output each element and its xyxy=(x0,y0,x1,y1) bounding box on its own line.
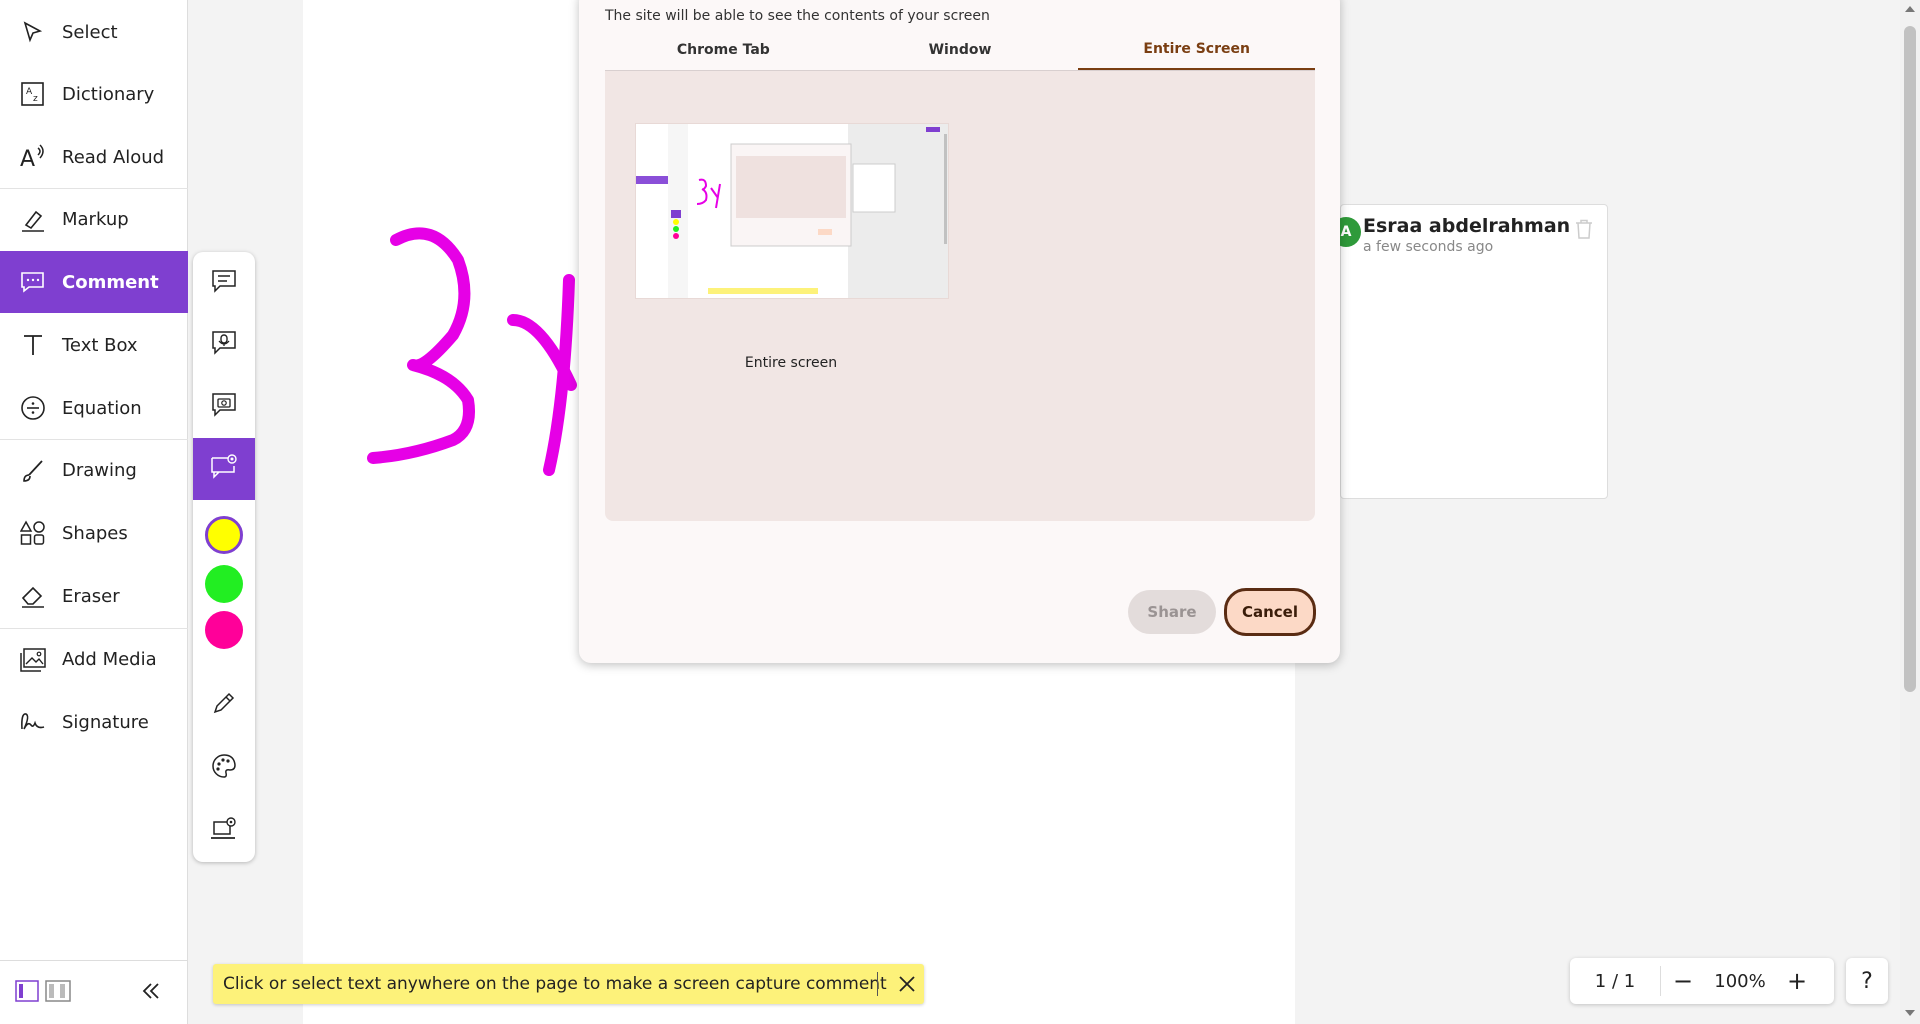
sidebar-item-text-box[interactable]: Text Box xyxy=(0,314,188,376)
sidebar-footer xyxy=(0,960,188,1024)
sidebar-item-dictionary[interactable]: Az Dictionary xyxy=(0,63,188,125)
cancel-button[interactable]: Cancel xyxy=(1224,588,1316,636)
svg-text:z: z xyxy=(33,94,38,104)
sidebar-item-label: Read Aloud xyxy=(62,146,165,168)
toast-divider xyxy=(877,972,878,996)
sidebar-item-label: Dictionary xyxy=(62,83,155,105)
thumbnail-label: Entire screen xyxy=(744,355,838,371)
read-aloud-icon: A xyxy=(18,142,48,172)
share-button[interactable]: Share xyxy=(1128,590,1216,634)
screen-capture-comment-button[interactable] xyxy=(193,438,255,500)
comment-author: Esraa abdelrahman xyxy=(1363,215,1571,237)
settings-icon xyxy=(210,816,238,846)
sidebar-item-label: Comment xyxy=(62,271,159,293)
shapes-icon xyxy=(18,518,48,548)
sidebar-item-comment[interactable]: Comment xyxy=(0,251,188,313)
screen-share-dialog: The site will be able to see the content… xyxy=(579,0,1340,663)
tab-entire-screen[interactable]: Entire Screen xyxy=(1078,30,1316,70)
svg-text:A: A xyxy=(26,87,33,97)
zoom-level: 100% xyxy=(1714,970,1766,992)
sidebar-item-signature[interactable]: Signature xyxy=(0,691,188,753)
sidebar-item-add-media[interactable]: Add Media xyxy=(0,628,188,690)
color-swatch-pink[interactable] xyxy=(205,611,243,649)
screen-capture-comment-icon xyxy=(210,454,238,484)
palette-icon xyxy=(211,753,237,783)
cursor-icon xyxy=(18,17,48,47)
sidebar-item-label: Add Media xyxy=(62,649,157,670)
sidebar-item-label: Text Box xyxy=(62,334,138,356)
sidebar-item-label: Equation xyxy=(62,397,142,419)
close-icon[interactable] xyxy=(893,970,921,998)
share-source-tabs: Chrome Tab Window Entire Screen xyxy=(605,30,1316,71)
image-icon xyxy=(18,645,48,675)
scrollbar-thumb[interactable] xyxy=(1904,26,1916,692)
sidebar-item-label: Eraser xyxy=(62,585,120,607)
text-comment-icon xyxy=(211,269,237,297)
comment-card[interactable]: A Esraa abdelrahman a few seconds ago xyxy=(1331,204,1608,499)
pencil-icon xyxy=(211,690,237,720)
sidebar-item-read-aloud[interactable]: A Read Aloud xyxy=(0,126,188,188)
comment-icon xyxy=(18,267,48,297)
eraser-icon xyxy=(18,581,48,611)
svg-text:A: A xyxy=(20,147,35,170)
comment-timestamp: a few seconds ago xyxy=(1363,239,1494,255)
vertical-scrollbar[interactable] xyxy=(1900,0,1920,1024)
zoom-in-button[interactable]: + xyxy=(1775,967,1819,995)
tab-chrome-tab[interactable]: Chrome Tab xyxy=(605,30,842,70)
text-comment-button[interactable] xyxy=(193,252,255,314)
sidebar-item-equation[interactable]: Equation xyxy=(0,377,188,439)
help-button[interactable]: ? xyxy=(1846,958,1888,1004)
left-sidebar: Select Az Dictionary A Read Aloud Markup… xyxy=(0,0,188,1024)
sidebar-item-label: Select xyxy=(62,21,118,43)
tab-window[interactable]: Window xyxy=(842,30,1079,70)
pen-tool-button[interactable] xyxy=(193,674,255,736)
video-comment-button[interactable] xyxy=(193,376,255,438)
sidebar-item-label: Signature xyxy=(62,711,149,733)
zoom-out-button[interactable]: − xyxy=(1661,967,1705,995)
screen-preview-area: Entire screen xyxy=(605,71,1315,521)
sidebar-item-label: Shapes xyxy=(62,522,128,544)
double-page-view-icon[interactable] xyxy=(45,979,71,1006)
sidebar-item-label: Markup xyxy=(62,209,129,230)
trash-icon[interactable] xyxy=(1575,219,1593,243)
sidebar-item-shapes[interactable]: Shapes xyxy=(0,502,188,564)
highlighter-icon xyxy=(18,205,48,235)
voice-comment-button[interactable] xyxy=(193,314,255,376)
sidebar-item-eraser[interactable]: Eraser xyxy=(0,565,188,627)
color-swatch-yellow[interactable] xyxy=(205,516,243,554)
brush-icon xyxy=(18,456,48,486)
comment-subtoolbar xyxy=(193,252,255,862)
entire-screen-thumbnail[interactable] xyxy=(635,123,949,299)
page-zoom-bar: 1 / 1 − 100% + xyxy=(1570,958,1834,1004)
dialog-subtitle: The site will be able to see the content… xyxy=(605,8,990,24)
toast-message: Click or select text anywhere on the pag… xyxy=(223,974,887,994)
color-swatch-green[interactable] xyxy=(205,565,243,603)
sidebar-item-select[interactable]: Select xyxy=(0,1,188,63)
camera-comment-icon xyxy=(211,392,237,422)
voice-comment-icon xyxy=(211,330,237,360)
comment-settings-button[interactable] xyxy=(193,800,255,862)
sidebar-item-drawing[interactable]: Drawing xyxy=(0,439,188,501)
page-indicator: 1 / 1 xyxy=(1594,970,1636,992)
screen-thumbnail-image xyxy=(636,124,948,298)
collapse-sidebar-icon[interactable] xyxy=(141,981,161,1005)
palette-button[interactable] xyxy=(193,737,255,799)
divide-icon xyxy=(18,393,48,423)
sidebar-item-markup[interactable]: Markup xyxy=(0,188,188,250)
single-page-view-icon[interactable] xyxy=(15,979,39,1006)
scroll-up-arrow-icon[interactable] xyxy=(1905,6,1915,12)
screen-capture-hint-toast: Click or select text anywhere on the pag… xyxy=(213,964,924,1004)
text-icon xyxy=(18,330,48,360)
dictionary-icon: Az xyxy=(18,79,48,109)
signature-icon xyxy=(18,707,48,737)
sidebar-item-label: Drawing xyxy=(62,460,137,481)
scroll-down-arrow-icon[interactable] xyxy=(1905,1010,1915,1016)
